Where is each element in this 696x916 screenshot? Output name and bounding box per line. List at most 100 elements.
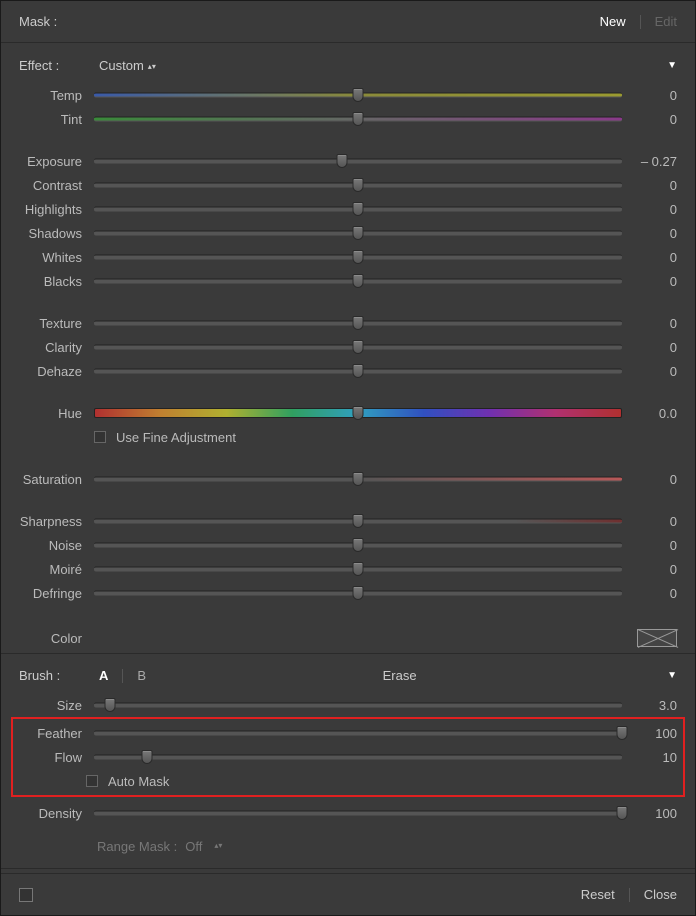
- flow-handle[interactable]: [141, 750, 152, 764]
- texture-handle[interactable]: [353, 316, 364, 330]
- slider-contrast[interactable]: Contrast0: [19, 173, 677, 197]
- moire-handle[interactable]: [353, 562, 364, 576]
- hue-handle[interactable]: [353, 406, 364, 420]
- whites-handle[interactable]: [353, 250, 364, 264]
- auto-mask-checkbox[interactable]: [86, 775, 98, 787]
- defringe-value[interactable]: 0: [622, 586, 677, 601]
- brush-a-tab[interactable]: A: [99, 668, 108, 683]
- shadows-value[interactable]: 0: [622, 226, 677, 241]
- slider-density[interactable]: Density100: [19, 801, 677, 825]
- highlights-handle[interactable]: [353, 202, 364, 216]
- temp-track[interactable]: [94, 88, 622, 102]
- effect-disclosure-icon[interactable]: ▼: [667, 60, 677, 71]
- tint-handle[interactable]: [353, 112, 364, 126]
- feather-handle[interactable]: [617, 726, 628, 740]
- saturation-handle[interactable]: [353, 472, 364, 486]
- defringe-handle[interactable]: [353, 586, 364, 600]
- effect-dropdown[interactable]: Custom▴▾: [99, 58, 156, 73]
- saturation-track[interactable]: [94, 472, 622, 486]
- blacks-track[interactable]: [94, 274, 622, 288]
- exposure-value[interactable]: – 0.27: [622, 154, 677, 169]
- size-handle[interactable]: [104, 698, 115, 712]
- fine-adjustment-row[interactable]: Use Fine Adjustment: [19, 425, 677, 449]
- noise-handle[interactable]: [353, 538, 364, 552]
- reset-button[interactable]: Reset: [581, 887, 615, 902]
- slider-highlights[interactable]: Highlights0: [19, 197, 677, 221]
- shadows-handle[interactable]: [353, 226, 364, 240]
- blacks-value[interactable]: 0: [622, 274, 677, 289]
- hue-track[interactable]: [94, 406, 622, 420]
- brush-erase-tab[interactable]: Erase: [383, 668, 417, 683]
- contrast-handle[interactable]: [353, 178, 364, 192]
- sharpness-track[interactable]: [94, 514, 622, 528]
- clarity-value[interactable]: 0: [622, 340, 677, 355]
- whites-value[interactable]: 0: [622, 250, 677, 265]
- slider-flow[interactable]: Flow10: [19, 745, 677, 769]
- slider-texture[interactable]: Texture0: [19, 311, 677, 335]
- flow-track[interactable]: [94, 750, 622, 764]
- temp-handle[interactable]: [353, 88, 364, 102]
- slider-noise[interactable]: Noise0: [19, 533, 677, 557]
- saturation-value[interactable]: 0: [622, 472, 677, 487]
- slider-saturation[interactable]: Saturation0: [19, 467, 677, 491]
- auto-mask-row[interactable]: Auto Mask: [19, 769, 677, 793]
- slider-feather[interactable]: Feather100: [19, 721, 677, 745]
- density-value[interactable]: 100: [622, 806, 677, 821]
- contrast-value[interactable]: 0: [622, 178, 677, 193]
- clarity-handle[interactable]: [353, 340, 364, 354]
- highlights-value[interactable]: 0: [622, 202, 677, 217]
- tint-value[interactable]: 0: [622, 112, 677, 127]
- range-mask-row[interactable]: Range Mask : Off ▴▾: [1, 825, 695, 869]
- slider-moire[interactable]: Moiré0: [19, 557, 677, 581]
- slider-dehaze[interactable]: Dehaze0: [19, 359, 677, 383]
- sharpness-value[interactable]: 0: [622, 514, 677, 529]
- close-button[interactable]: Close: [644, 887, 677, 902]
- slider-size[interactable]: Size3.0: [19, 693, 677, 717]
- slider-clarity[interactable]: Clarity0: [19, 335, 677, 359]
- size-value[interactable]: 3.0: [622, 698, 677, 713]
- feather-value[interactable]: 100: [622, 726, 677, 741]
- dehaze-track[interactable]: [94, 364, 622, 378]
- noise-track[interactable]: [94, 538, 622, 552]
- slider-shadows[interactable]: Shadows0: [19, 221, 677, 245]
- shadows-track[interactable]: [94, 226, 622, 240]
- temp-value[interactable]: 0: [622, 88, 677, 103]
- exposure-handle[interactable]: [337, 154, 348, 168]
- noise-value[interactable]: 0: [622, 538, 677, 553]
- slider-tint[interactable]: Tint0: [19, 107, 677, 131]
- sharpness-handle[interactable]: [353, 514, 364, 528]
- panel-toggle-switch[interactable]: [19, 888, 33, 902]
- dehaze-handle[interactable]: [353, 364, 364, 378]
- hue-value[interactable]: 0.0: [622, 406, 677, 421]
- color-swatch[interactable]: [637, 629, 677, 647]
- density-handle[interactable]: [617, 806, 628, 820]
- size-track[interactable]: [94, 698, 622, 712]
- contrast-track[interactable]: [94, 178, 622, 192]
- moire-track[interactable]: [94, 562, 622, 576]
- slider-hue[interactable]: Hue0.0: [19, 401, 677, 425]
- slider-blacks[interactable]: Blacks0: [19, 269, 677, 293]
- density-track[interactable]: [94, 806, 622, 820]
- whites-track[interactable]: [94, 250, 622, 264]
- highlights-track[interactable]: [94, 202, 622, 216]
- fine-adjustment-checkbox[interactable]: [94, 431, 106, 443]
- exposure-track[interactable]: [94, 154, 622, 168]
- slider-sharpness[interactable]: Sharpness0: [19, 509, 677, 533]
- slider-whites[interactable]: Whites0: [19, 245, 677, 269]
- feather-track[interactable]: [94, 726, 622, 740]
- blacks-handle[interactable]: [353, 274, 364, 288]
- mask-new-tab[interactable]: New: [600, 14, 626, 29]
- tint-track[interactable]: [94, 112, 622, 126]
- mask-edit-tab[interactable]: Edit: [655, 14, 677, 29]
- texture-track[interactable]: [94, 316, 622, 330]
- brush-b-tab[interactable]: B: [137, 668, 146, 683]
- slider-temp[interactable]: Temp0: [19, 83, 677, 107]
- brush-disclosure-icon[interactable]: ▼: [667, 670, 677, 681]
- slider-defringe[interactable]: Defringe0: [19, 581, 677, 605]
- defringe-track[interactable]: [94, 586, 622, 600]
- dehaze-value[interactable]: 0: [622, 364, 677, 379]
- slider-exposure[interactable]: Exposure– 0.27: [19, 149, 677, 173]
- flow-value[interactable]: 10: [622, 750, 677, 765]
- moire-value[interactable]: 0: [622, 562, 677, 577]
- texture-value[interactable]: 0: [622, 316, 677, 331]
